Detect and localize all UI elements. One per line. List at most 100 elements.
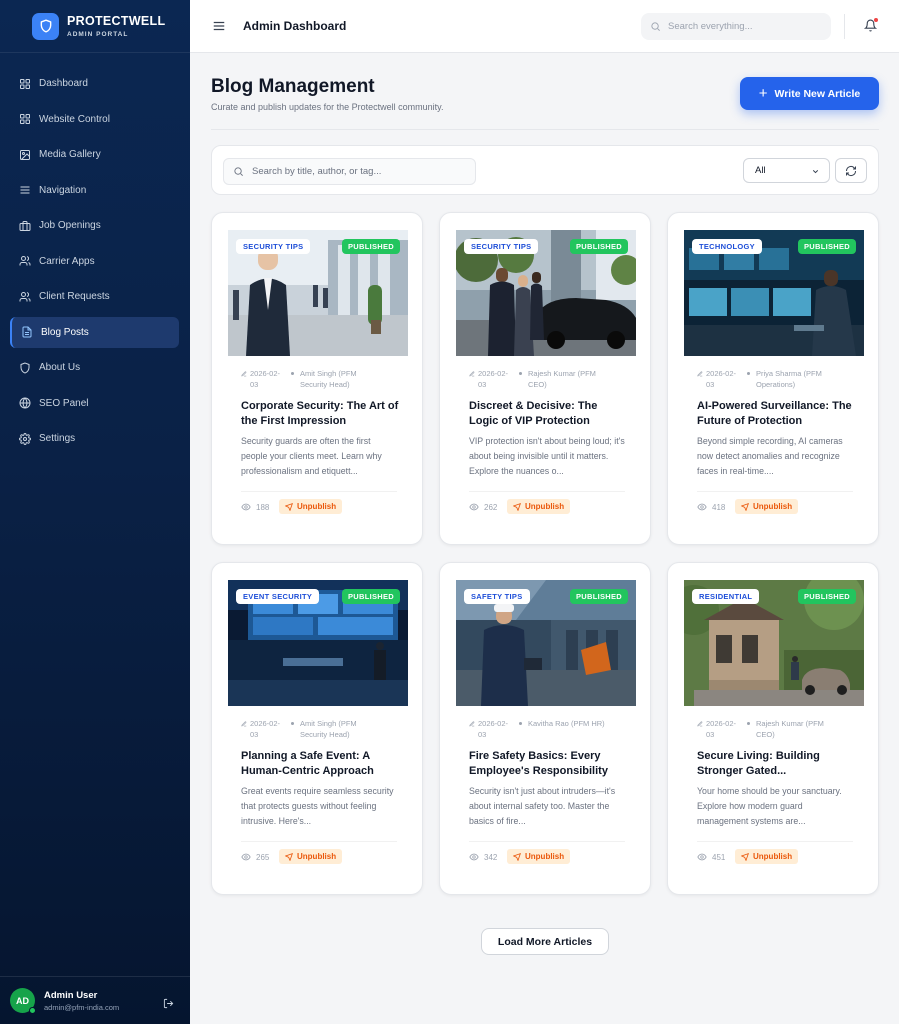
article-title[interactable]: Discreet & Decisive: The Logic of VIP Pr… [469,399,629,429]
sidebar-item-label: SEO Panel [39,397,89,409]
search-icon [651,22,660,31]
article-excerpt: Security isn't just about intruders—it's… [469,786,616,826]
refresh-button[interactable] [835,158,867,183]
sidebar-item-blog-posts[interactable]: Blog Posts [10,316,179,348]
sidebar-item-label: About Us [39,362,81,374]
sidebar-item-dashboard[interactable]: Dashboard [0,66,190,102]
shield-icon [20,362,30,374]
send-icon [741,852,749,861]
sidebar-item-carrier-apps[interactable]: Carrier Apps [0,244,190,280]
unpublish-button[interactable]: Unpublish [735,849,799,864]
sidebar-item-about-us[interactable]: About Us [0,350,190,386]
edit-icon [697,721,703,727]
sidebar-item-label: Dashboard [39,78,88,90]
divider [844,14,845,39]
view-count-value: 265 [256,852,270,862]
blog-card[interactable]: SECURITY TIPS PUBLISHED 2026-02-03 Rajes… [439,212,651,545]
separator-dot [519,372,522,375]
write-new-article-button[interactable]: + Write New Article [740,77,879,110]
users-icon [19,291,31,302]
sidebar-item-label: Settings [39,433,76,445]
menu-icon [20,186,30,194]
article-excerpt: Great events require seamless security t… [241,786,394,826]
sidebar-item-navigation[interactable]: Navigation [0,173,190,209]
online-status-dot [29,1007,36,1014]
article-date: 2026-02-03 [250,369,281,389]
send-icon [285,502,293,511]
unpublish-button[interactable]: Unpublish [735,499,799,514]
unpublish-label: Unpublish [753,502,793,511]
eye-icon [241,503,251,511]
article-image: SAFETY TIPS PUBLISHED [456,580,636,706]
sidebar-item-client-requests[interactable]: Client Requests [0,279,190,315]
notification-dot [874,18,878,22]
view-count-value: 262 [484,502,498,512]
divider [211,129,879,130]
status-filter-select[interactable]: All [743,158,830,183]
category-badge: SECURITY TIPS [236,239,311,254]
blog-card[interactable]: SAFETY TIPS PUBLISHED 2026-02-03 Kavitha… [439,562,651,895]
article-title[interactable]: Fire Safety Basics: Every Employee's Res… [469,749,629,779]
separator-dot [747,722,750,725]
image-icon [20,149,30,160]
unpublish-button[interactable]: Unpublish [279,499,343,514]
load-more-button[interactable]: Load More Articles [481,928,609,955]
divider [697,841,853,842]
search-placeholder: Search everything... [668,21,753,32]
view-count-value: 451 [712,852,726,862]
unpublish-label: Unpublish [525,852,565,861]
category-badge: TECHNOLOGY [692,239,762,254]
category-badge: RESIDENTIAL [692,589,760,604]
view-count-value: 188 [256,502,270,512]
sidebar-item-label: Job Openings [39,220,101,232]
article-author: Amit Singh (PFM Security Head) [300,719,357,739]
topbar: Admin Dashboard Search everything... [190,0,899,53]
eye-icon [697,503,707,511]
unpublish-label: Unpublish [297,502,337,511]
blog-card[interactable]: RESIDENTIAL PUBLISHED 2026-02-03 Rajesh … [667,562,879,895]
sidebar-item-settings[interactable]: Settings [0,421,190,457]
document-icon [22,326,32,338]
filter-bar: Search by title, author, or tag... All [211,145,879,195]
article-date: 2026-02-03 [250,719,281,739]
logout-icon[interactable] [163,996,174,1014]
article-title[interactable]: AI-Powered Surveillance: The Future of P… [697,399,857,429]
sidebar-item-media-gallery[interactable]: Media Gallery [0,137,190,173]
category-badge: SECURITY TIPS [464,239,539,254]
edit-icon [241,371,247,377]
article-title[interactable]: Planning a Safe Event: A Human-Centric A… [241,749,401,779]
sidebar-item-label: Carrier Apps [39,255,95,267]
divider [241,491,397,492]
edit-icon [697,371,703,377]
blog-card[interactable]: SECURITY TIPS PUBLISHED 2026-02-03 Amit … [211,212,423,545]
briefcase-icon [19,220,31,231]
blog-card[interactable]: EVENT SECURITY PUBLISHED 2026-02-03 Amit… [211,562,423,895]
global-search-input[interactable]: Search everything... [641,13,831,40]
article-meta: 2026-02-03 Rajesh Kumar (PFM CEO) [469,369,639,391]
unpublish-button[interactable]: Unpublish [507,849,571,864]
sidebar: PROTECTWELL ADMIN PORTAL Dashboard Websi… [0,0,190,1024]
avatar[interactable]: AD [10,988,36,1014]
divider [697,491,853,492]
article-meta: 2026-02-03 Priya Sharma (PFM Operations) [697,369,867,391]
article-author: Amit Singh (PFM Security Head) [300,369,357,389]
article-search-input[interactable]: Search by title, author, or tag... [223,158,476,185]
unpublish-label: Unpublish [525,502,565,511]
article-author: Kavitha Rao (PFM HR) [528,719,605,728]
unpublish-button[interactable]: Unpublish [507,499,571,514]
eye-icon [469,503,479,511]
article-image: RESIDENTIAL PUBLISHED [684,580,864,706]
article-excerpt: Security guards are often the first peop… [241,436,382,476]
plus-icon: + [758,85,768,102]
unpublish-button[interactable]: Unpublish [279,849,343,864]
blog-card[interactable]: TECHNOLOGY PUBLISHED 2026-02-03 Priya Sh… [667,212,879,545]
article-title[interactable]: Secure Living: Building Stronger Gated..… [697,749,857,779]
article-image: SECURITY TIPS PUBLISHED [228,230,408,356]
hamburger-menu-icon[interactable] [212,19,226,33]
sidebar-item-job-openings[interactable]: Job Openings [0,208,190,244]
sidebar-item-website-control[interactable]: Website Control [0,102,190,138]
article-title[interactable]: Corporate Security: The Art of the First… [241,399,401,429]
brand: PROTECTWELL ADMIN PORTAL [0,0,190,53]
sidebar-item-seo-panel[interactable]: SEO Panel [0,386,190,422]
filter-value: All [755,165,766,176]
